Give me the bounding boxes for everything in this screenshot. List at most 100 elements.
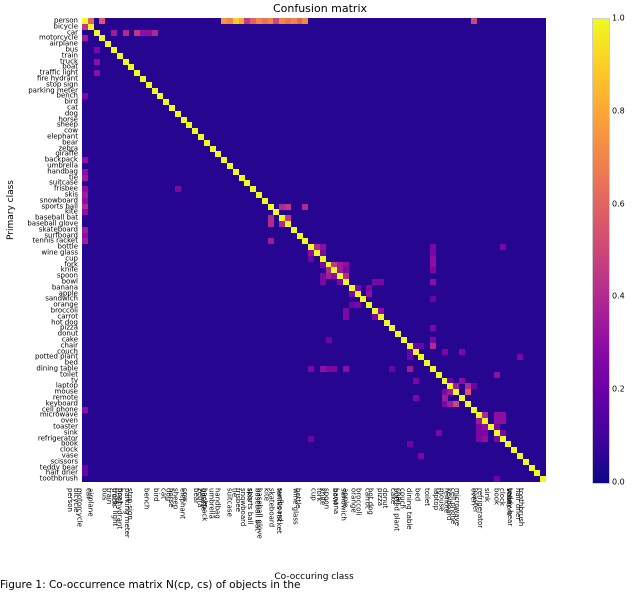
x-tick: bed xyxy=(413,488,420,501)
colorbar-tick: 0.8 xyxy=(612,106,625,115)
x-tick: hot dog xyxy=(366,488,373,515)
x-tick: donut xyxy=(381,488,388,508)
heatmap-cell xyxy=(413,378,419,384)
heatmap-cell xyxy=(308,436,314,442)
heatmap-cell xyxy=(308,366,314,372)
heatmap-cell xyxy=(366,291,372,297)
colorbar-tick: 0.4 xyxy=(612,292,625,301)
colorbar xyxy=(592,18,610,484)
heatmap-cell xyxy=(302,204,308,210)
heatmap-cell xyxy=(326,337,332,343)
x-tick: toothbrush xyxy=(517,488,524,526)
x-tick: skateboard xyxy=(267,488,274,527)
x-tick: airplane xyxy=(87,488,94,517)
heatmap-cell xyxy=(355,302,361,308)
x-tick: toilet xyxy=(423,488,430,506)
heatmap-cell xyxy=(430,343,436,349)
heatmap-cell xyxy=(453,401,459,407)
heatmap-cell xyxy=(82,35,88,41)
heatmap-cell xyxy=(320,279,326,285)
heatmap-cell xyxy=(418,453,424,459)
x-tick: parking meter xyxy=(123,488,130,538)
heatmap-cell xyxy=(94,47,100,53)
heatmap-cell xyxy=(407,354,413,360)
x-tick-labels: personbicyclecarmotorcycleairplanebustra… xyxy=(82,486,546,572)
heatmap-cell xyxy=(152,30,158,36)
x-tick: broccoli xyxy=(354,488,361,515)
heatmap-cell xyxy=(471,18,477,24)
heatmap-cell xyxy=(430,279,436,285)
x-tick: spoon xyxy=(323,488,330,509)
heatmap-cell xyxy=(482,436,488,442)
heatmap-cell xyxy=(494,476,500,482)
heatmap-cell xyxy=(430,296,436,302)
x-tick: backpack xyxy=(200,488,207,521)
heatmap-cell xyxy=(540,476,546,482)
heatmap-cell xyxy=(82,93,88,99)
colorbar-tick: 0.2 xyxy=(612,385,625,394)
heatmap-cell xyxy=(111,30,117,36)
heatmap-cell xyxy=(430,267,436,273)
x-tick: bird xyxy=(152,488,159,502)
heatmap-cell xyxy=(175,186,181,192)
heatmap-cell xyxy=(302,18,308,24)
heatmap-cell xyxy=(459,349,465,355)
heatmap-cell xyxy=(82,470,88,476)
colorbar-tick: 0.6 xyxy=(612,199,625,208)
heatmap-cell xyxy=(343,366,349,372)
chart-title: Confusion matrix xyxy=(0,2,640,15)
heatmap-cell xyxy=(82,175,88,181)
heatmap-cell xyxy=(268,238,274,244)
figure-caption: Figure 1: Co-occurrence matrix N(cp, cs)… xyxy=(0,579,640,593)
heatmap-cell xyxy=(500,244,506,250)
x-tick: motorcycle xyxy=(76,488,83,527)
y-axis-label: Primary class xyxy=(6,180,16,240)
y-tick-labels: personbicyclecarmotorcycleairplanebustra… xyxy=(0,18,80,482)
colorbar-tick: 0.0 xyxy=(612,478,625,487)
heatmap-cell xyxy=(500,418,506,424)
x-tick: snowboard xyxy=(239,488,246,526)
heatmap-cell xyxy=(430,325,436,331)
heatmap-cell xyxy=(94,70,100,76)
x-tick: refrigerator xyxy=(475,488,482,528)
heatmap-cell xyxy=(82,238,88,244)
heatmap-cell xyxy=(413,395,419,401)
heatmap-cell xyxy=(308,256,314,262)
heatmap-cell xyxy=(407,366,413,372)
heatmap-cell xyxy=(285,204,291,210)
heatmap-cell xyxy=(82,407,88,413)
heatmap-cell xyxy=(389,366,395,372)
heatmap-cell xyxy=(471,383,477,389)
x-tick: suitcase xyxy=(226,488,233,517)
x-tick: tennis racket xyxy=(275,488,282,534)
x-tick: sports ball xyxy=(245,488,252,525)
heatmap-cell xyxy=(442,349,448,355)
heatmap-cell xyxy=(268,221,274,227)
confusion-heatmap xyxy=(82,18,546,482)
heatmap-cell xyxy=(418,343,424,349)
heatmap-cell xyxy=(82,209,88,215)
x-tick: handbag xyxy=(213,488,220,519)
colorbar-ticks: 0.00.20.40.60.81.0 xyxy=(612,18,632,482)
heatmap-cell xyxy=(378,279,384,285)
heatmap-cell xyxy=(331,366,337,372)
y-tick: toothbrush xyxy=(40,476,78,483)
x-tick: microwave xyxy=(453,488,460,526)
heatmap-cell xyxy=(436,430,442,436)
x-tick: banana xyxy=(332,488,339,514)
heatmap-cell xyxy=(494,372,500,378)
heatmap-cell xyxy=(99,18,105,24)
heatmap-cell xyxy=(407,441,413,447)
heatmap-cell xyxy=(82,157,88,163)
x-tick: dining table xyxy=(405,488,412,530)
colorbar-tick: 1.0 xyxy=(612,14,625,23)
x-tick: baseball glove xyxy=(256,488,263,539)
x-tick: potted plant xyxy=(393,488,400,531)
x-tick: sandwich xyxy=(340,488,347,521)
heatmap-cell xyxy=(517,354,523,360)
x-tick: wine glass xyxy=(292,488,299,525)
heatmap-cell xyxy=(123,30,129,36)
heatmap-cell xyxy=(94,59,100,65)
x-tick: teddy bear xyxy=(505,488,512,526)
heatmap-cell xyxy=(343,314,349,320)
